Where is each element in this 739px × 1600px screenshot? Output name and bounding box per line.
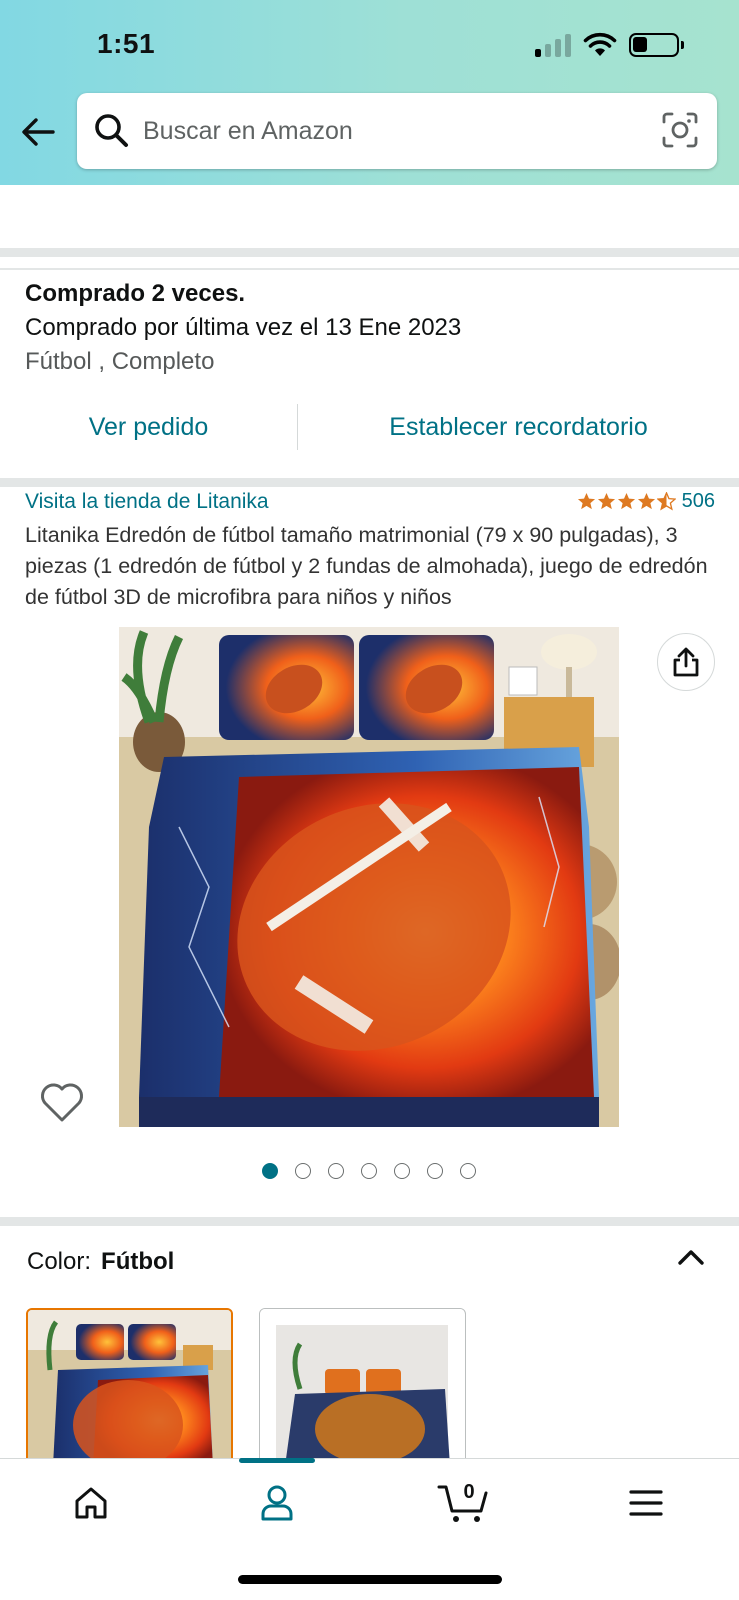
swatch-image — [28, 1310, 231, 1466]
star-half-icon — [656, 492, 676, 511]
heart-icon — [41, 1083, 83, 1122]
carousel-dot[interactable] — [328, 1163, 344, 1179]
color-label: Color: — [27, 1248, 92, 1275]
nav-cart[interactable]: 0 — [433, 1478, 493, 1528]
rating-count: 506 — [681, 490, 715, 512]
purchased-variant: Fútbol , Completo — [25, 348, 215, 375]
store-link[interactable]: Visita la tienda de Litanika — [25, 490, 269, 514]
battery-icon — [629, 33, 684, 57]
app-header: 1:51 — [0, 0, 739, 185]
cart-count-badge: 0 — [463, 1481, 475, 1503]
star-full-icon — [637, 492, 655, 510]
home-icon — [75, 1487, 107, 1519]
add-to-list-button[interactable] — [38, 1080, 86, 1124]
carousel-dot[interactable] — [361, 1163, 377, 1179]
bedding-photo — [119, 627, 619, 1127]
section-divider — [0, 478, 739, 487]
carousel-dot[interactable] — [460, 1163, 476, 1179]
purchase-actions: Ver pedido Establecer recordatorio — [0, 392, 739, 462]
chevron-up-icon[interactable] — [675, 1245, 707, 1269]
color-swatch-futbol[interactable] — [26, 1308, 233, 1468]
search-box[interactable] — [77, 93, 717, 169]
carousel-dot[interactable] — [295, 1163, 311, 1179]
carousel-dot[interactable] — [262, 1163, 278, 1179]
section-divider — [0, 268, 739, 270]
search-icon — [95, 114, 128, 147]
view-order-button[interactable]: Ver pedido — [0, 392, 297, 462]
purchase-count-text: Comprado 2 veces. — [25, 280, 246, 307]
carousel-dot[interactable] — [394, 1163, 410, 1179]
cart-wrapper: 0 — [437, 1481, 489, 1525]
image-carousel-dots[interactable] — [262, 1163, 476, 1179]
section-divider — [0, 248, 739, 257]
swatch-image — [260, 1309, 464, 1466]
nav-menu[interactable] — [616, 1478, 676, 1528]
product-image[interactable] — [119, 627, 619, 1127]
person-icon — [261, 1485, 293, 1521]
status-icons — [535, 30, 684, 60]
color-value: Fútbol — [101, 1248, 175, 1275]
set-reminder-button[interactable]: Establecer recordatorio — [298, 392, 739, 462]
wifi-icon — [583, 32, 617, 56]
nav-account[interactable] — [247, 1478, 307, 1528]
carousel-dot[interactable] — [427, 1163, 443, 1179]
nav-home[interactable] — [61, 1478, 121, 1528]
last-purchase-date: Comprado por última vez el 13 Ene 2023 — [25, 314, 462, 341]
search-input[interactable] — [143, 111, 643, 151]
share-button[interactable] — [657, 633, 715, 691]
status-time: 1:51 — [97, 28, 156, 59]
product-rating[interactable]: 506 — [577, 490, 715, 513]
cellular-signal-icon — [535, 33, 571, 57]
share-icon — [673, 647, 699, 677]
color-swatch-baloncesto[interactable] — [259, 1308, 466, 1468]
home-indicator — [238, 1575, 502, 1584]
star-full-icon — [617, 492, 635, 510]
star-full-icon — [597, 492, 615, 510]
color-selector[interactable]: Color: Fútbol — [27, 1248, 174, 1276]
back-arrow-icon — [22, 118, 55, 146]
section-divider — [0, 1217, 739, 1226]
product-title[interactable]: Litanika Edredón de fútbol tamaño matrim… — [25, 520, 725, 613]
rating-stars — [577, 492, 676, 511]
back-button[interactable] — [18, 112, 58, 152]
active-tab-indicator — [239, 1458, 315, 1463]
star-full-icon — [577, 492, 595, 510]
menu-icon — [629, 1490, 663, 1516]
camera-search-icon[interactable] — [661, 111, 699, 149]
